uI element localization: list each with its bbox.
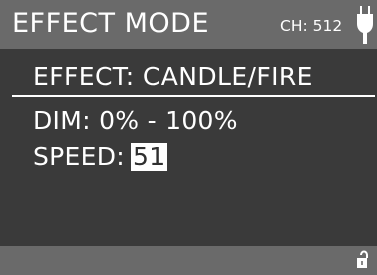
unlocked-lock-icon [357, 250, 368, 268]
plug-icon [357, 6, 373, 44]
mode-title: EFFECT MODE [12, 8, 210, 39]
speed-label: SPEED: [33, 142, 126, 171]
effect-setting: EFFECT: CANDLE/FIRE [33, 62, 313, 91]
speed-setting: SPEED: 51 [33, 142, 168, 172]
footer-bar [0, 246, 377, 275]
speed-value-field[interactable]: 51 [131, 143, 168, 171]
dim-setting: DIM: 0% - 100% [33, 106, 238, 135]
content-divider [12, 95, 375, 97]
channel-indicator: CH: 512 [280, 17, 343, 35]
